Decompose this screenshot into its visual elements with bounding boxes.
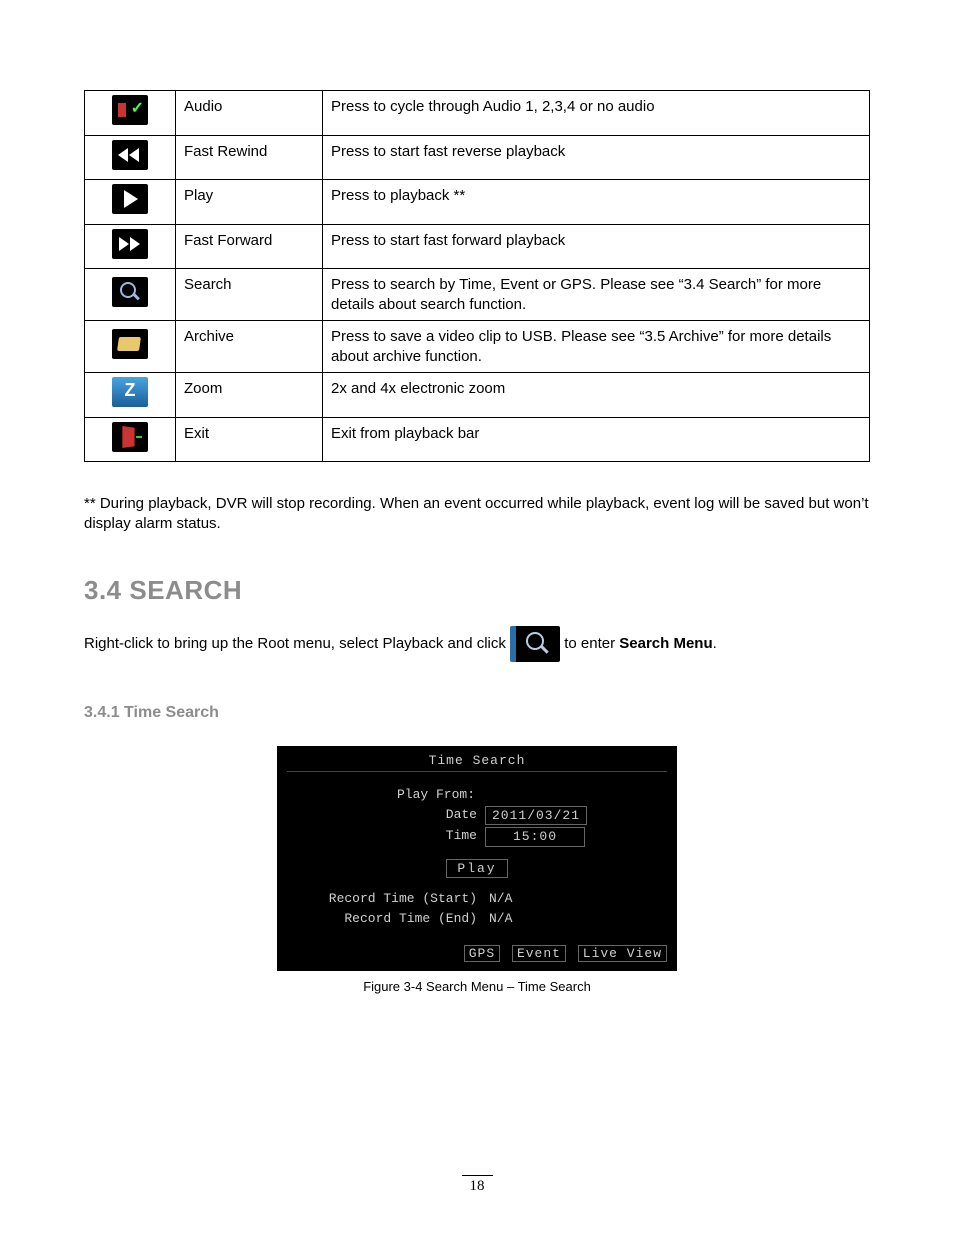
fast-rewind-icon — [112, 140, 148, 170]
text-bold: Search Menu — [619, 634, 712, 651]
table-row: Zoom 2x and 4x electronic zoom — [85, 373, 870, 418]
table-row: Fast Forward Press to start fast forward… — [85, 224, 870, 269]
table-row: Archive Press to save a video clip to US… — [85, 321, 870, 373]
table-row: Exit Exit from playback bar — [85, 417, 870, 462]
table-row: Audio Press to cycle through Audio 1, 2,… — [85, 91, 870, 136]
figure-caption: Figure 3-4 Search Menu – Time Search — [277, 979, 677, 994]
search-icon — [510, 626, 560, 662]
row-desc: Press to save a video clip to USB. Pleas… — [323, 321, 870, 373]
osd-time-value: 15:00 — [485, 827, 585, 847]
text: . — [713, 634, 717, 651]
audio-icon — [112, 95, 148, 125]
osd-foot-liveview: Live View — [578, 945, 667, 962]
playback-note: ** During playback, DVR will stop record… — [84, 494, 870, 535]
osd-rec-end-value: N/A — [485, 910, 512, 928]
row-name: Archive — [176, 321, 323, 373]
exit-icon — [112, 422, 148, 452]
time-search-osd: Time Search Play From: Date 2011/03/21 T… — [277, 746, 677, 971]
text: to enter — [564, 634, 619, 651]
row-desc: Press to search by Time, Event or GPS. P… — [323, 269, 870, 321]
row-name: Play — [176, 180, 323, 225]
osd-rec-start-value: N/A — [485, 890, 512, 908]
row-desc: Press to start fast forward playback — [323, 224, 870, 269]
search-intro-paragraph: Right-click to bring up the Root menu, s… — [84, 626, 870, 662]
fast-forward-icon — [112, 229, 148, 259]
osd-date-value: 2011/03/21 — [485, 806, 587, 826]
table-row: Play Press to playback ** — [85, 180, 870, 225]
row-desc: Press to playback ** — [323, 180, 870, 225]
table-row: Search Press to search by Time, Event or… — [85, 269, 870, 321]
row-name: Fast Rewind — [176, 135, 323, 180]
row-name: Search — [176, 269, 323, 321]
osd-play-button: Play — [446, 859, 507, 879]
page-number: 18 — [0, 1178, 954, 1195]
row-name: Fast Forward — [176, 224, 323, 269]
osd-rec-end-label: Record Time (End) — [287, 910, 485, 928]
osd-date-label: Date — [287, 806, 485, 826]
osd-playfrom: Play From: — [287, 786, 595, 804]
row-name: Exit — [176, 417, 323, 462]
archive-icon — [112, 329, 148, 359]
row-name: Audio — [176, 91, 323, 136]
osd-time-label: Time — [287, 827, 485, 847]
row-desc: Exit from playback bar — [323, 417, 870, 462]
search-icon — [112, 277, 148, 307]
osd-rec-start-label: Record Time (Start) — [287, 890, 485, 908]
zoom-icon — [112, 377, 148, 407]
subsection-heading-time-search: 3.4.1 Time Search — [84, 704, 870, 722]
playback-icons-table: Audio Press to cycle through Audio 1, 2,… — [84, 90, 870, 462]
row-desc: 2x and 4x electronic zoom — [323, 373, 870, 418]
osd-foot-event: Event — [512, 945, 566, 962]
row-name: Zoom — [176, 373, 323, 418]
section-heading-search: 3.4 SEARCH — [84, 575, 870, 606]
row-desc: Press to start fast reverse playback — [323, 135, 870, 180]
table-row: Fast Rewind Press to start fast reverse … — [85, 135, 870, 180]
osd-title: Time Search — [287, 752, 667, 773]
osd-foot-gps: GPS — [464, 945, 500, 962]
row-desc: Press to cycle through Audio 1, 2,3,4 or… — [323, 91, 870, 136]
text: Right-click to bring up the Root menu, s… — [84, 634, 510, 651]
play-icon — [112, 184, 148, 214]
